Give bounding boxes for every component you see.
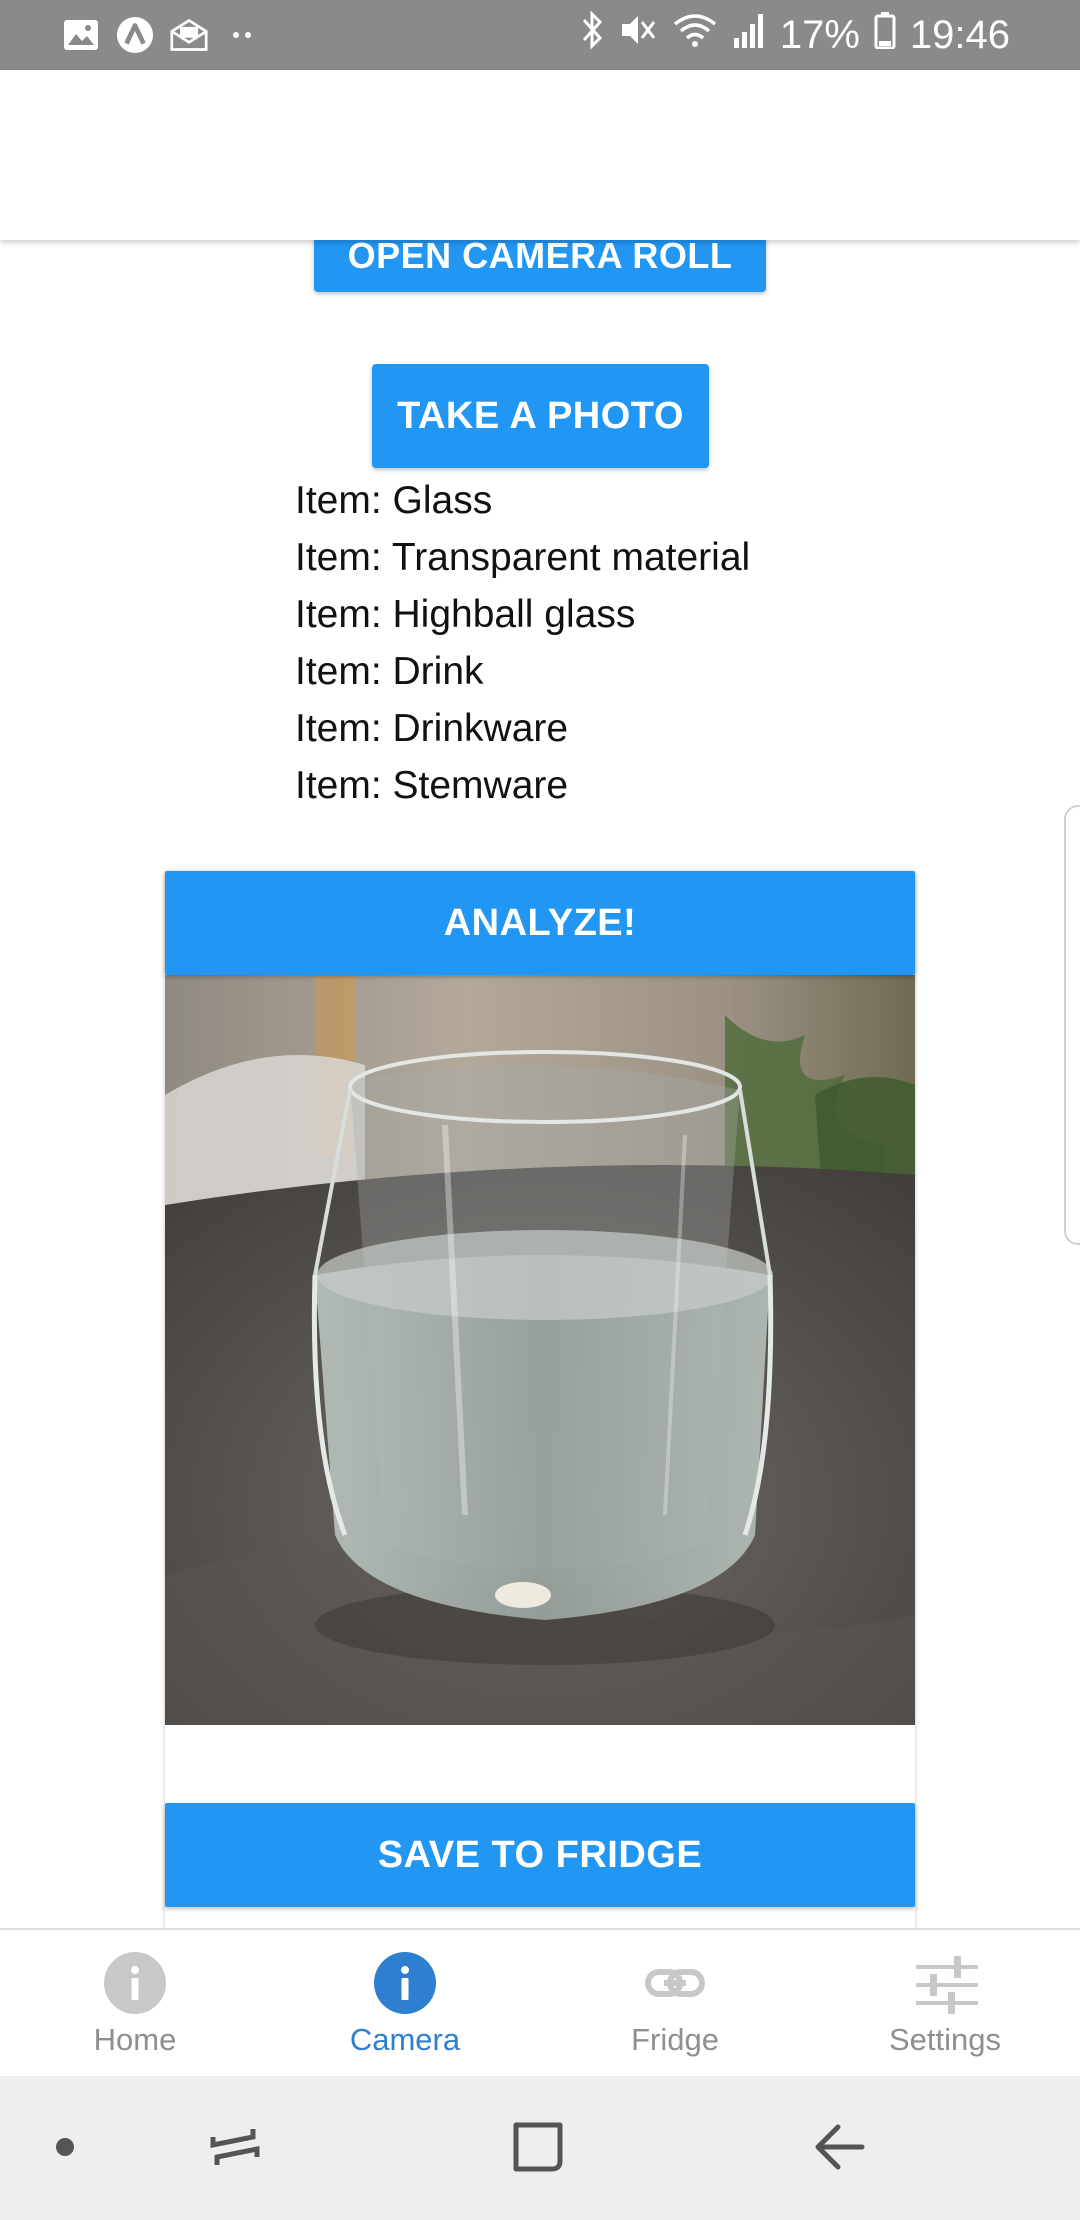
main-content[interactable]: OPEN CAMERA ROLL TAKE A PHOTO Item: Glas… [0,70,1080,1930]
tab-bar: Home Camera Fridge Settings [0,1928,1080,2076]
save-to-fridge-button[interactable]: SAVE TO FRIDGE [165,1803,915,1907]
signal-icon [732,10,766,60]
app-header [0,70,1080,240]
bluetooth-icon [580,10,604,60]
link-icon [644,1952,706,2014]
info-icon [374,1952,436,2014]
glass-of-water-photo [165,975,915,1725]
status-left-icons [62,12,262,58]
list-item: Item: Drink [295,650,484,693]
battery-percent: 17% [779,12,860,57]
list-item: Item: Transparent material [295,536,751,579]
tab-label: Settings [888,2022,1001,2057]
sliders-icon [914,1952,978,2014]
take-photo-button[interactable]: TAKE A PHOTO [372,364,709,468]
detected-items-list: Item: Glass Item: Transparent material I… [295,472,895,814]
back-nav-icon[interactable] [805,2112,875,2182]
analyze-button[interactable]: ANALYZE! [165,871,915,975]
status-right-icons: 17% 19:46 [580,10,1010,60]
list-item: Item: Stemware [295,764,569,807]
tab-camera[interactable]: Camera [270,1930,540,2078]
wifi-icon [672,10,718,60]
edge-panel-handle[interactable] [1064,805,1080,1245]
tab-home[interactable]: Home [0,1930,270,2078]
list-item: Item: Highball glass [295,593,636,636]
app-a-icon [116,16,154,54]
tab-label: Camera [349,2022,461,2057]
nav-dot-icon[interactable] [30,2112,100,2182]
list-item: Item: Drinkware [295,707,569,750]
mail-icon [170,16,208,54]
more-dots-icon [224,16,262,54]
clock-time: 19:46 [909,12,1010,57]
gallery-icon [62,16,100,54]
screen: 17% 19:46 OPEN CAMERA ROLL TAKE A PHOTO … [0,0,1080,2220]
tab-settings[interactable]: Settings [810,1930,1080,2078]
tab-label: Fridge [631,2022,719,2057]
battery-icon [874,11,896,59]
status-bar: 17% 19:46 [0,0,1080,70]
tab-fridge[interactable]: Fridge [540,1930,810,2078]
system-nav-bar [0,2076,1080,2220]
home-nav-icon[interactable] [503,2112,573,2182]
mute-icon [618,10,658,60]
list-item: Item: Glass [295,479,493,522]
recent-apps-icon[interactable] [200,2112,270,2182]
tab-label: Home [93,2022,177,2057]
info-icon [104,1952,166,2014]
